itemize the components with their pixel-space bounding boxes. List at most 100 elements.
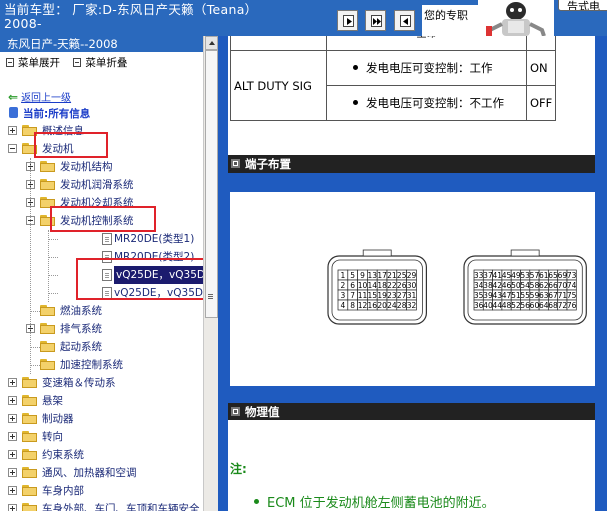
terminal-number: 2 [341,281,346,290]
signal-table-area: 生命 ALT DUTY SIG 发电电压可变控制：工作 ON 发电电压可变控制：… [228,36,595,160]
folder-icon [22,413,37,424]
navigation-panel: 东风日产-天籁--2008 菜单展开 菜单折叠 ⇐ 返回上一级 当前:所有信息 概… [0,36,203,511]
skip-icon [371,15,382,27]
expand-toggle-icon[interactable] [8,396,17,405]
connector-left-latch [362,249,392,257]
corner-button[interactable]: 告式电 [558,0,607,11]
back-link[interactable]: ⇐ 返回上一级 [8,89,71,104]
terminal-number: 26 [397,281,407,290]
tree-item-label: 起动系统 [60,341,102,353]
terminal-number: 34 [474,281,484,290]
expand-toggle-icon[interactable] [8,126,17,135]
bullet-icon [353,100,358,105]
section-icon [231,407,240,416]
folder-icon [40,341,55,352]
terminal-number: 54 [520,281,530,290]
expand-toggle-icon[interactable] [8,450,17,459]
tree-item-label: 悬架 [42,395,63,407]
favorites-label[interactable]: 您的专职 [422,5,482,36]
mascot-image [478,0,554,36]
signal-table: 生命 ALT DUTY SIG 发电电压可变控制：工作 ON 发电电压可变控制：… [230,36,557,121]
section-icon [231,159,240,168]
scroll-thumb[interactable] [205,50,218,318]
section-physical-title: 物理值 [245,405,280,419]
terminal-number: 1 [341,271,346,280]
tree-item-label: 车身外部、车门、车顶和车辆安全 [42,503,200,511]
terminal-number: 29 [407,271,417,280]
frame-splitter[interactable] [218,36,228,511]
tree-item-label: 燃油系统 [60,305,102,317]
terminal-number: 59 [530,291,540,300]
document-icon [102,233,112,245]
tree-connector [30,347,40,348]
terminal-number: 28 [397,301,407,310]
nav-forward-button[interactable] [337,10,358,31]
collapse-all-button[interactable]: 菜单折叠 [73,55,127,70]
table-cell [525,36,557,51]
terminal-number: 25 [397,271,407,280]
expand-toggle-icon[interactable] [8,486,17,495]
terminal-number: 12 [358,301,368,310]
terminal-number: 17 [377,271,387,280]
value-cell: OFF [525,85,557,121]
terminal-number: 23 [387,291,397,300]
tree-item-label: 通风、加热器和空调 [42,467,137,479]
terminal-number: 73 [567,271,577,280]
tree-scrollbar[interactable] [203,36,218,511]
connector-right-latch [510,249,540,257]
terminal-number: 15 [368,291,378,300]
terminal-number: 51 [511,291,521,300]
expand-all-button[interactable]: 菜单展开 [6,55,60,70]
expand-toggle-icon[interactable] [8,468,17,477]
section-terminal-layout: 端子布置 [228,155,595,173]
terminal-number: 8 [350,301,355,310]
terminal-number: 11 [358,291,368,300]
folder-icon [22,449,37,460]
terminal-number: 60 [530,301,540,310]
terminal-number: 37 [483,271,493,280]
highlight-engine [34,132,108,158]
terminal-number: 18 [377,281,387,290]
terminal-number: 30 [407,281,417,290]
folder-icon [22,467,37,478]
tree-item-label: 转向 [42,431,63,443]
tree-tools: 菜单展开 菜单折叠 [6,55,137,70]
terminal-number: 53 [520,271,530,280]
tree-item-label: 变速箱＆传动系 [42,377,116,389]
note-item: ECM 位于发动机舱左侧蓄电池的附近。 [254,492,495,511]
expand-toggle-icon[interactable] [8,378,17,387]
terminal-number: 21 [387,271,397,280]
terminal-number: 71 [558,291,568,300]
bullet-icon [254,499,259,504]
terminal-number: 19 [377,291,387,300]
collapse-toggle-icon[interactable] [8,144,17,153]
terminal-number: 55 [520,291,530,300]
nav-back-button[interactable] [394,10,415,31]
folder-icon [22,503,37,511]
tree-connector [48,293,58,294]
folder-icon [40,305,55,316]
expand-toggle-icon[interactable] [8,414,17,423]
bullet-icon [353,65,358,70]
frame-border [595,36,607,511]
expand-toggle-icon[interactable] [8,504,17,511]
section-physical-values: 物理值 [228,403,595,421]
terminal-number: 31 [407,291,417,300]
folder-icon [22,431,37,442]
terminal-number: 58 [530,281,540,290]
scroll-up-button[interactable] [205,36,218,50]
folder-icon [22,485,37,496]
nav-end-button[interactable] [365,10,386,31]
folder-icon [40,179,55,190]
current-location-label: 当前:所有信息 [23,108,91,120]
terminal-number: 76 [567,301,577,310]
tree-item-label: 加速控制系统 [60,359,123,371]
condition-text: 发电电压可变控制：不工作 [366,96,504,110]
note-title: 注: [230,462,247,476]
tree-item-label: MR20DE(类型1) [114,233,195,245]
tree-connector [48,275,58,276]
document-content: 生命 ALT DUTY SIG 发电电压可变控制：工作 ON 发电电压可变控制：… [228,36,595,511]
tree-item-label: 排气系统 [60,323,102,335]
folder-icon [40,161,55,172]
expand-toggle-icon[interactable] [8,432,17,441]
